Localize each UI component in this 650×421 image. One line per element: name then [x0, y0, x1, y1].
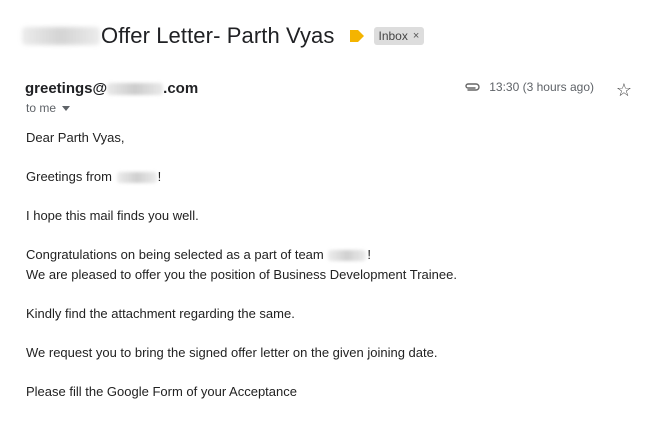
line-text: Greetings from [26, 169, 116, 184]
redacted-company-name [22, 27, 100, 45]
sender-email-prefix: greetings@ [25, 80, 108, 97]
sender-email: greetings@ .com [25, 80, 198, 97]
inbox-label-chip[interactable]: Inbox × [373, 27, 425, 45]
line-text: Congratulations on being selected as a p… [26, 247, 328, 262]
recipient-details-toggle[interactable]: to me [26, 101, 71, 115]
line-text: ! [157, 169, 162, 184]
email-subject-row: Offer Letter- Parth Vyas Inbox × [22, 20, 425, 52]
email-meta: 13:30 (3 hours ago) [463, 80, 594, 94]
email-greeting: Dear Parth Vyas, [26, 130, 125, 145]
line-text: ! [367, 247, 371, 262]
chevron-down-icon[interactable] [62, 105, 71, 111]
importance-marker-icon[interactable] [349, 30, 364, 42]
sender-email-suffix: .com [163, 80, 199, 97]
redacted-sender-domain [107, 82, 164, 95]
inbox-label-text: Inbox [378, 29, 408, 43]
line-text: We are pleased to offer you the position… [26, 267, 457, 282]
email-body: Dear Parth Vyas, Greetings from ! I hope… [26, 128, 626, 421]
redacted-company-name [116, 172, 157, 184]
email-body-line-attachment: Kindly find the attachment regarding the… [26, 306, 295, 321]
remove-label-icon[interactable]: × [413, 30, 419, 42]
paperclip-icon [465, 83, 480, 91]
email-subject: Offer Letter- Parth Vyas [101, 23, 335, 48]
email-body-line-form: Please fill the Google Form of your Acce… [26, 384, 297, 399]
redacted-company-name [328, 250, 367, 262]
email-body-line-congratulations: Congratulations on being selected as a p… [26, 245, 626, 285]
email-body-line-wellbeing: I hope this mail finds you well. [26, 208, 199, 223]
email-body-line-greetings: Greetings from ! [26, 167, 626, 187]
star-icon[interactable]: ☆ [616, 79, 632, 101]
recipient-text: to me [26, 101, 57, 115]
email-timestamp: 13:30 (3 hours ago) [489, 80, 594, 94]
email-body-line-request: We request you to bring the signed offer… [26, 345, 438, 360]
